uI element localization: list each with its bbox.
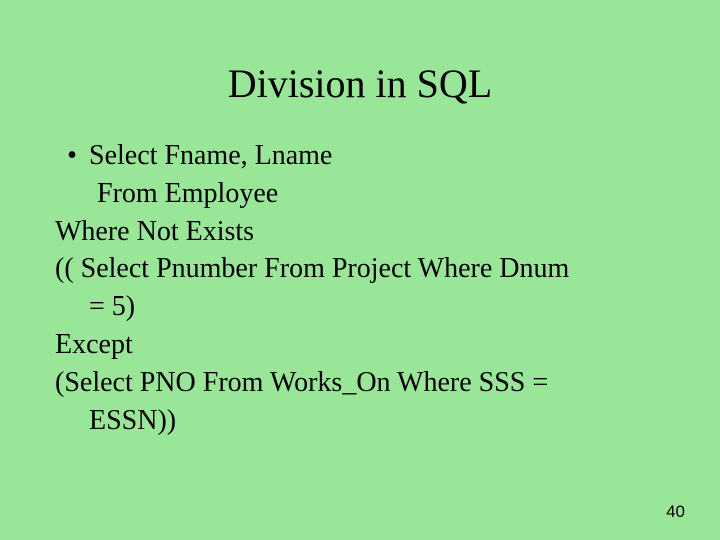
body-line-4: (( Select Pnumber From Project Where Dnu… [55, 250, 665, 326]
body-text: (Select PNO From Works_On Where SSS = ES… [55, 364, 665, 440]
body-text-part: (Select PNO From Works_On Where SSS = [55, 367, 548, 398]
body-text-part: ESSN)) [55, 405, 176, 436]
body-line-6: (Select PNO From Works_On Where SSS = ES… [55, 364, 665, 440]
page-number: 40 [666, 502, 685, 522]
body-text-part: (( Select Pnumber From Project Where Dnu… [55, 253, 569, 284]
slide-title: Division in SQL [55, 60, 665, 107]
slide-body: • Select Fname, Lname From Employee Wher… [55, 137, 665, 439]
body-line-2: From Employee [55, 175, 665, 213]
body-text: From Employee [97, 175, 665, 213]
bullet-icon: • [55, 137, 89, 175]
body-text: Where Not Exists [55, 213, 665, 251]
body-line-5: Except [55, 326, 665, 364]
body-text: Select Fname, Lname [89, 137, 665, 175]
indent-spacer [55, 175, 97, 213]
slide: Division in SQL • Select Fname, Lname Fr… [0, 0, 720, 540]
body-line-3: Where Not Exists [55, 213, 665, 251]
body-text-part: = 5) [55, 291, 135, 322]
body-line-1: • Select Fname, Lname [55, 137, 665, 175]
body-text: Except [55, 326, 665, 364]
body-text: (( Select Pnumber From Project Where Dnu… [55, 250, 665, 326]
